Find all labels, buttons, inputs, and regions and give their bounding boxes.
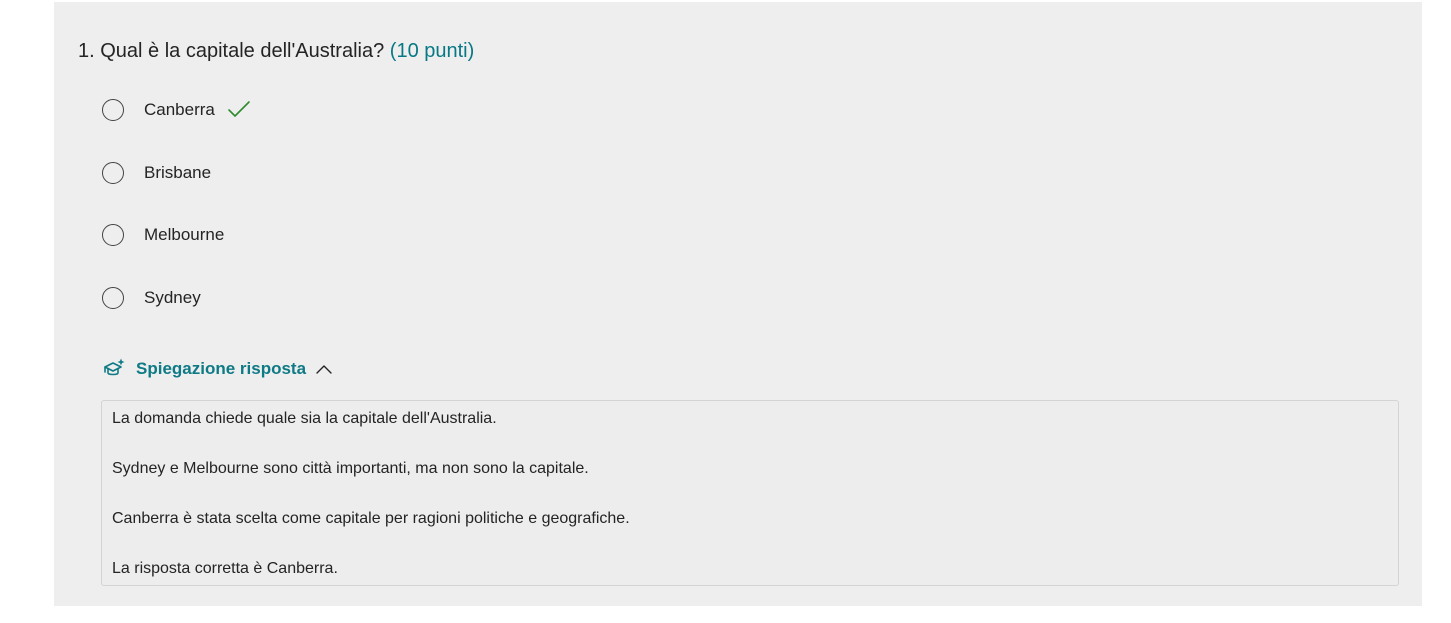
checkmark-icon (228, 101, 250, 117)
option-label: Brisbane (144, 162, 212, 182)
chevron-up-icon (316, 365, 332, 374)
explanation-line: La domanda chiede quale sia la capitale … (112, 410, 497, 427)
explanation-line: Sydney e Melbourne sono città importanti… (112, 460, 589, 477)
option-brisbane[interactable]: Brisbane (102, 158, 251, 188)
radio-button[interactable] (102, 224, 124, 246)
question-card: 1. Qual è la capitale dell'Australia? (1… (54, 2, 1422, 606)
answer-options: Canberra Brisbane Melbourne Sydney (102, 95, 251, 345)
question-points: (10 punti) (389, 40, 475, 62)
question-title: 1. Qual è la capitale dell'Australia? (1… (78, 38, 474, 64)
sparkle-graduation-cap-icon (104, 358, 125, 376)
explanation-toggle-button[interactable]: Spiegazione risposta (102, 357, 333, 381)
option-label: Canberra (144, 100, 215, 119)
explanation-panel: La domanda chiede quale sia la capitale … (101, 400, 1399, 586)
explanation-line: Canberra è stata scelta come capitale pe… (112, 510, 630, 527)
option-label: Sydney (144, 287, 201, 307)
option-canberra[interactable]: Canberra (102, 95, 251, 125)
explanation-toggle-label: Spiegazione risposta (136, 359, 307, 378)
option-label: Melbourne (144, 225, 225, 244)
radio-button[interactable] (102, 286, 124, 309)
option-melbourne[interactable]: Melbourne (102, 220, 251, 250)
question-text: 1. Qual è la capitale dell'Australia? (78, 40, 385, 62)
option-sydney[interactable]: Sydney (102, 283, 251, 313)
radio-button[interactable] (102, 161, 124, 184)
explanation-line: La risposta corretta è Canberra. (112, 560, 338, 577)
radio-button[interactable] (102, 99, 124, 121)
